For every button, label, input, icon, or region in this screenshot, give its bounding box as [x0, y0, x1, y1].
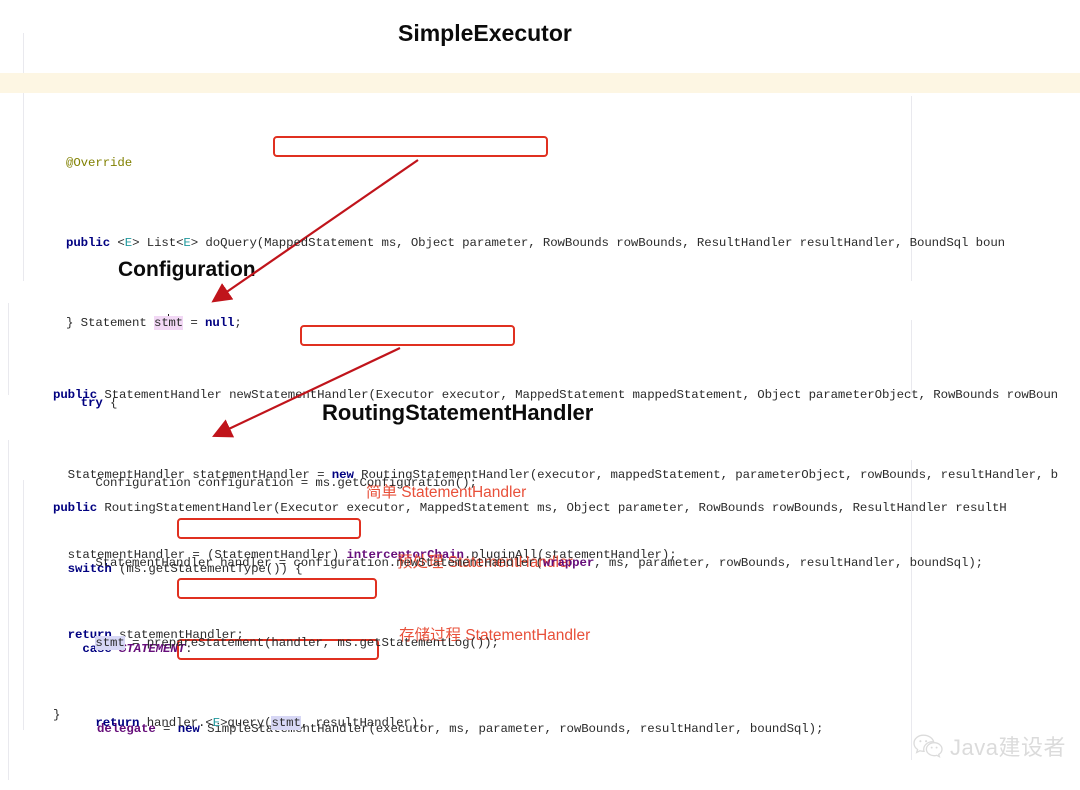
code-line: StatementHandler handler = configuration…	[22, 533, 1005, 570]
code-token-highlighted: st	[154, 316, 169, 330]
code-token: >query(	[220, 716, 272, 730]
code-token: ;	[234, 316, 242, 330]
code-token: = prepareStatement(handler, ms.getStatem…	[124, 636, 499, 650]
code-line: stmt = prepareStatement(handler, ms.getS…	[22, 613, 1005, 650]
code-line-current: Statement stmt = null;	[22, 293, 1005, 330]
code-token-keyword: try	[66, 396, 103, 410]
code-token: <	[117, 236, 125, 250]
code-line: Configuration configuration = ms.getConf…	[22, 453, 1005, 490]
code-token-annotation: @Override	[66, 156, 133, 170]
code-token-highlighted: mt	[168, 316, 184, 330]
code-token: , ms, parameter, rowBounds, resultHandle…	[594, 556, 983, 570]
code-token: StatementHandler handler = configuration…	[66, 556, 543, 570]
watermark-text: Java建设者	[950, 735, 1066, 760]
code-token: Configuration configuration = ms.getConf…	[66, 476, 477, 490]
code-token-keyword: return	[66, 716, 140, 730]
code-line: } finally {	[22, 773, 1005, 790]
code-token: Statement	[66, 316, 155, 330]
code-token: =	[183, 316, 206, 330]
code-token-generic: E	[124, 236, 133, 250]
code-token-keyword: null	[205, 316, 235, 330]
code-token-field: wrapper	[542, 556, 595, 570]
code-token-generic: E	[183, 236, 191, 250]
code-token-keyword: public	[66, 236, 118, 250]
watermark: Java建设者	[913, 730, 1066, 762]
code-line: @Override	[22, 133, 1005, 170]
wechat-icon	[913, 733, 943, 759]
current-line-highlight	[0, 73, 1080, 93]
code-token-highlighted: stmt	[95, 636, 125, 650]
code-line: return handler.<E>query(stmt, resultHand…	[22, 693, 1005, 730]
code-token-generic: E	[212, 716, 221, 730]
code-line: try {	[22, 373, 1005, 410]
code-token: handler.<	[139, 716, 213, 730]
screenshot-canvas: SimpleExecutor Configuration RoutingStat…	[0, 0, 1080, 790]
code-token: > doQuery(MappedStatement ms, Object par…	[190, 236, 1006, 250]
code-token: {	[102, 396, 118, 410]
code-token: > List<	[132, 236, 184, 250]
code-token: , resultHandler);	[300, 716, 426, 730]
code-token-highlighted: stmt	[271, 716, 301, 730]
code-line: public <E> List<E> doQuery(MappedStateme…	[22, 213, 1005, 250]
